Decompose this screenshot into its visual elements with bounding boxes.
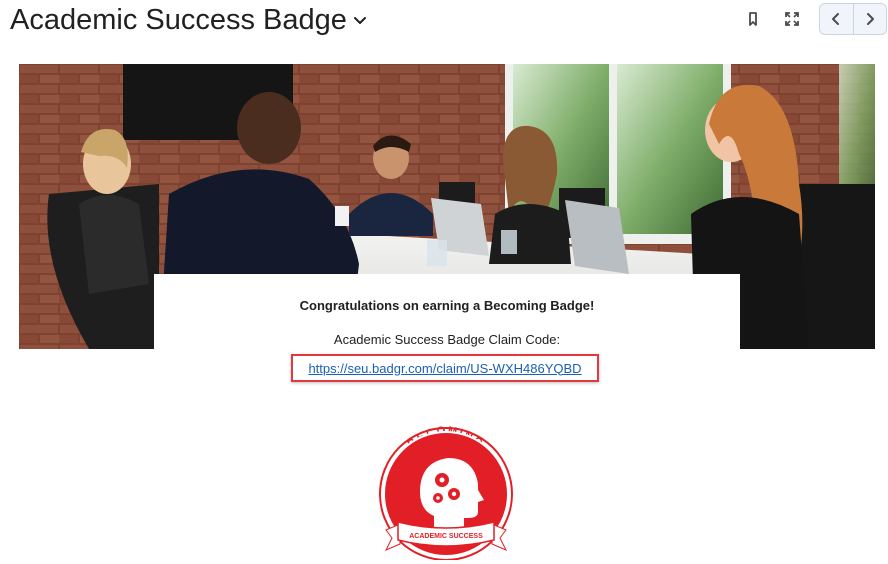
chevron-right-icon — [866, 13, 874, 25]
claim-link[interactable]: https://seu.badgr.com/claim/US-WXH486YQB… — [308, 361, 581, 376]
navigation-buttons — [819, 3, 887, 35]
previous-button[interactable] — [820, 4, 853, 34]
chevron-left-icon — [832, 13, 840, 25]
fullscreen-icon[interactable] — [783, 10, 801, 28]
claim-link-highlight: https://seu.badgr.com/claim/US-WXH486YQB… — [291, 354, 599, 382]
claim-code-label: Academic Success Badge Claim Code: — [333, 332, 561, 347]
page-title: Academic Success Badge — [10, 4, 347, 36]
svg-text:ACADEMIC SUCCESS: ACADEMIC SUCCESS — [409, 533, 483, 540]
bookmark-icon[interactable] — [744, 10, 762, 28]
chevron-down-icon[interactable] — [352, 12, 368, 28]
congrats-text: Congratulations on earning a Becoming Ba… — [299, 298, 595, 313]
message-card: Congratulations on earning a Becoming Ba… — [154, 274, 740, 390]
becoming-badge-logo: BECOMING ACADEMIC SUCCESS — [379, 425, 513, 560]
next-button[interactable] — [852, 4, 887, 34]
